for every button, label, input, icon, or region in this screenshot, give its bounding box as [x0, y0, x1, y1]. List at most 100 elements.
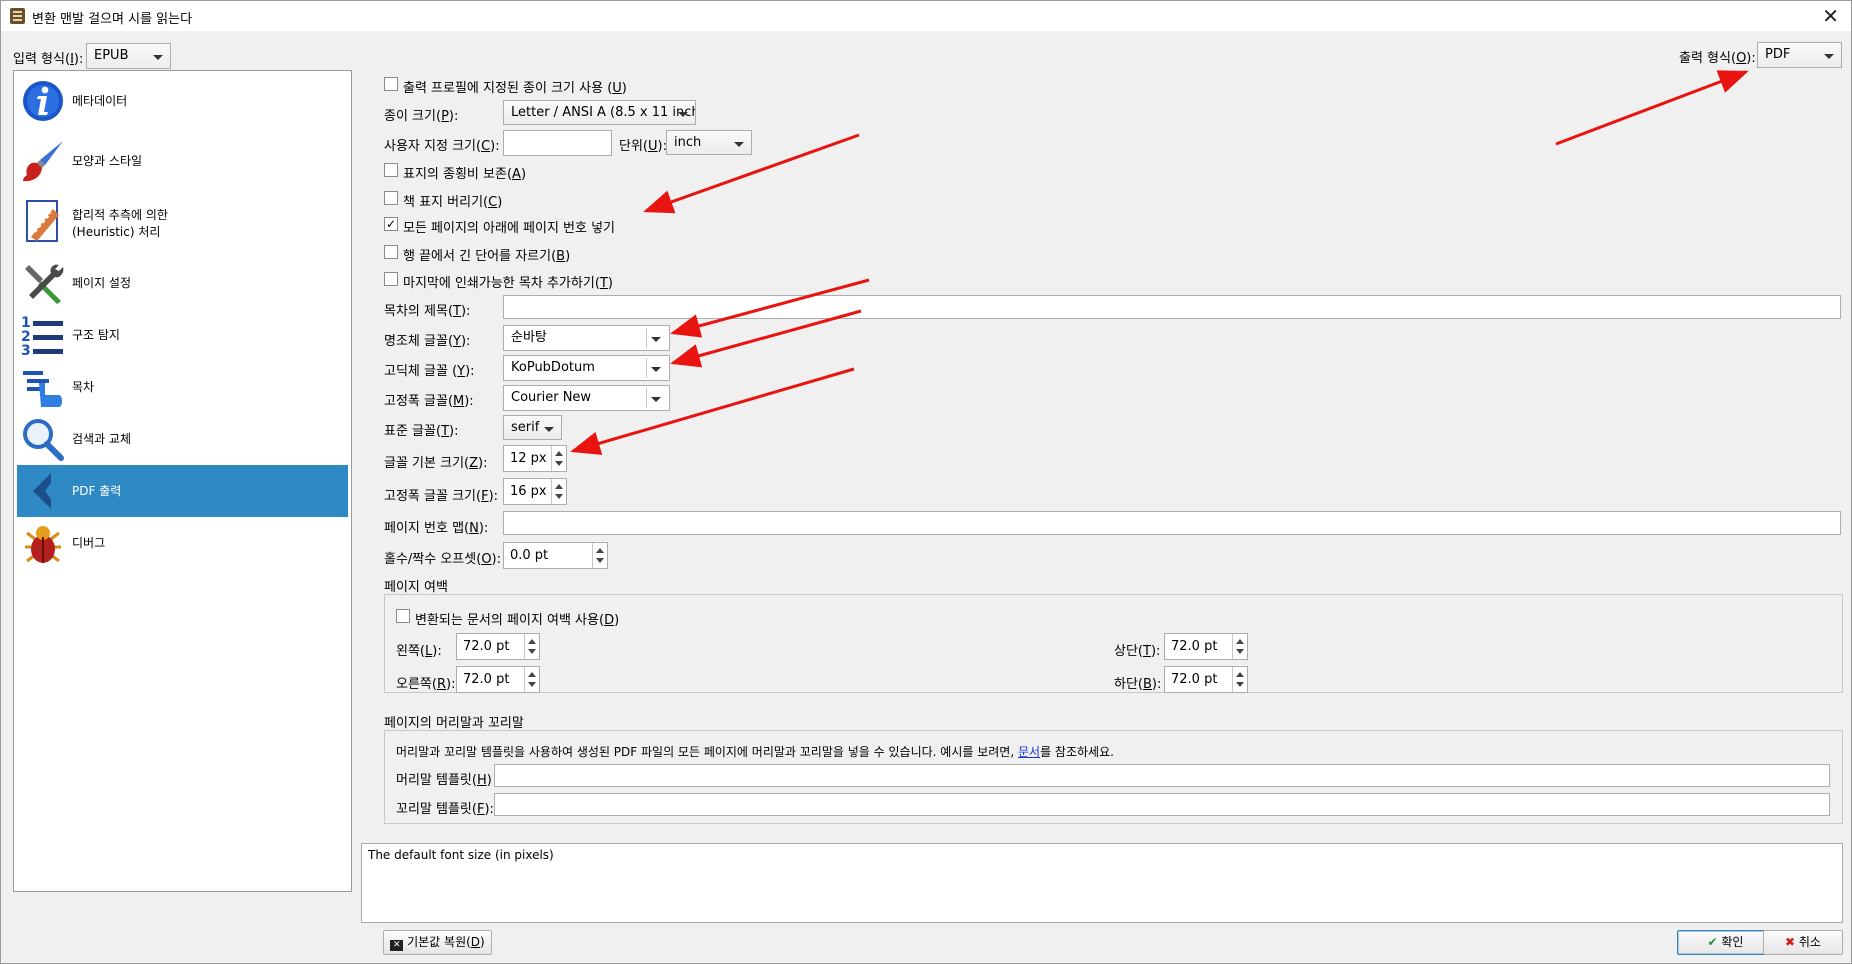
header-template-label: 머리말 템플릿(H)	[396, 773, 492, 788]
sidebar-item-structure-detection[interactable]: 123 구조 탐지	[17, 309, 348, 361]
left-margin-label: 왼쪽(L):	[396, 644, 442, 659]
unit-value: inch	[674, 135, 702, 150]
paper-size-label: 종이 크기(P):	[384, 109, 459, 124]
sidebar-item-label: 합리적 추측에 의한 (Heuristic) 처리	[72, 208, 168, 239]
spin-down-icon[interactable]	[555, 461, 563, 466]
input-format-label: 입력 형식(I):	[13, 52, 84, 67]
spin-up-icon[interactable]	[555, 451, 563, 456]
use-document-margins-checkbox[interactable]	[396, 609, 410, 623]
left-margin-value: 72.0 pt	[463, 639, 510, 654]
preserve-aspect-checkbox[interactable]	[384, 163, 398, 177]
base-font-size-label: 글꼴 기본 크기(Z):	[384, 456, 488, 471]
custom-size-input[interactable]	[503, 130, 612, 156]
use-profile-paper-checkbox[interactable]	[384, 77, 398, 91]
mono-font-combo[interactable]: Courier New	[503, 385, 670, 411]
right-margin-spinbox[interactable]: 72.0 pt	[456, 666, 540, 693]
standard-font-value: serif	[511, 420, 540, 435]
top-margin-spinbox[interactable]: 72.0 pt	[1164, 633, 1248, 660]
spin-down-icon[interactable]	[1236, 682, 1244, 687]
cancel-icon: ✖	[1785, 935, 1796, 949]
unit-select[interactable]: inch	[666, 130, 752, 155]
docs-link[interactable]: 문서	[1018, 745, 1040, 759]
toc-hand-icon	[23, 371, 62, 407]
sidebar-item-pdf-output[interactable]: PDF 출력	[17, 465, 348, 517]
spin-down-icon[interactable]	[555, 494, 563, 499]
sidebar-item-metadata[interactable]: 메타데이터	[17, 75, 348, 127]
break-long-words-checkbox[interactable]	[384, 245, 398, 259]
sidebar-item-heuristic-processing[interactable]: 합리적 추측에 의한 (Heuristic) 처리	[17, 195, 348, 255]
mono-font-label: 고정폭 글꼴(M):	[384, 394, 474, 409]
add-toc-checkbox[interactable]	[384, 272, 398, 286]
spin-down-icon[interactable]	[1236, 649, 1244, 654]
sans-font-label: 고딕체 글꼴 (Y):	[384, 364, 475, 379]
spin-up-icon[interactable]	[528, 639, 536, 644]
chevron-down-icon	[651, 337, 661, 342]
discard-cover-checkbox[interactable]	[384, 191, 398, 205]
back-arrow-icon	[33, 473, 51, 509]
mono-font-size-spinbox[interactable]: 16 px	[503, 478, 567, 505]
sans-font-combo[interactable]: KoPubDotum	[503, 355, 670, 381]
page-number-map-input[interactable]	[503, 511, 1841, 535]
sidebar-item-toc[interactable]: 목차	[17, 361, 348, 413]
spin-up-icon[interactable]	[1236, 639, 1244, 644]
base-font-size-spinbox[interactable]: 12 px	[503, 445, 567, 472]
output-format-value: PDF	[1765, 47, 1791, 62]
serif-font-combo[interactable]: 순바탕	[503, 325, 670, 351]
page-numbers-label: 모든 페이지의 아래에 페이지 번호 넣기	[403, 221, 616, 236]
page-numbers-checkbox[interactable]: ✓	[384, 217, 398, 231]
left-margin-spinbox[interactable]: 72.0 pt	[456, 633, 540, 660]
svg-text:3: 3	[21, 343, 31, 357]
spin-down-icon[interactable]	[528, 682, 536, 687]
spin-down-icon[interactable]	[596, 558, 604, 563]
spin-up-icon[interactable]	[1236, 672, 1244, 677]
chevron-down-icon	[651, 397, 661, 402]
sidebar-item-search-replace[interactable]: 검색과 교체	[17, 413, 348, 465]
spin-up-icon[interactable]	[555, 484, 563, 489]
chevron-down-icon	[651, 367, 661, 372]
calibre-app-icon	[10, 8, 25, 24]
paper-size-select[interactable]: Letter / ANSI A (8.5 x 11 inch)	[503, 100, 696, 125]
toc-title-input[interactable]	[503, 295, 1841, 319]
restore-defaults-button[interactable]: ✕ 기본값 복원(D)	[383, 930, 492, 955]
bottom-margin-spinbox[interactable]: 72.0 pt	[1164, 666, 1248, 693]
bottom-margin-label: 하단(B):	[1114, 677, 1162, 692]
sidebar-item-label: 구조 탐지	[72, 328, 120, 342]
chevron-down-icon	[544, 427, 554, 432]
standard-font-label: 표준 글꼴(T):	[384, 424, 459, 439]
sidebar-item-label: 메타데이터	[72, 94, 128, 108]
footer-template-input[interactable]	[494, 793, 1830, 816]
top-margin-value: 72.0 pt	[1171, 639, 1218, 654]
help-text-box: The default font size (in pixels)	[361, 843, 1843, 923]
use-document-margins-label: 변환되는 문서의 페이지 여백 사용(D)	[415, 613, 620, 628]
ok-button[interactable]: ✔ 확인	[1677, 930, 1774, 955]
window-title: 변환 맨발 걸으며 시를 읽는다	[32, 12, 193, 27]
page-number-map-label: 페이지 번호 맵(N):	[384, 521, 489, 536]
mono-font-size-value: 16 px	[510, 484, 547, 499]
sidebar-item-debug[interactable]: 디버그	[17, 517, 348, 569]
odd-even-offset-spinbox[interactable]: 0.0 pt	[503, 542, 608, 569]
sidebar-item-page-setup[interactable]: 페이지 설정	[17, 257, 348, 309]
mono-font-size-label: 고정폭 글꼴 크기(F):	[384, 489, 499, 504]
right-margin-value: 72.0 pt	[463, 672, 510, 687]
standard-font-select[interactable]: serif	[503, 415, 562, 440]
heuristic-document-icon	[26, 200, 59, 242]
chevron-down-icon	[1824, 54, 1834, 59]
close-icon[interactable]: ✕	[1822, 4, 1839, 28]
top-margin-label: 상단(T):	[1114, 644, 1161, 659]
sidebar-item-label: PDF 출력	[72, 484, 122, 498]
right-margin-label: 오른쪽(R):	[396, 677, 456, 692]
spin-up-icon[interactable]	[528, 672, 536, 677]
chevron-down-icon	[734, 142, 744, 147]
sidebar: 메타데이터 모양과 스타일 합리적 추측에 의한 (Heuristic) 처리 페…	[13, 70, 352, 892]
spin-down-icon[interactable]	[528, 649, 536, 654]
cancel-button[interactable]: ✖ 취소	[1763, 930, 1843, 955]
preserve-aspect-label: 표지의 종횡비 보존(A)	[403, 167, 527, 182]
margins-group-title: 페이지 여백	[384, 580, 448, 595]
toc-title-label: 목차의 제목(T):	[384, 304, 471, 319]
sidebar-item-look-and-feel[interactable]: 모양과 스타일	[17, 135, 348, 187]
clear-icon: ✕	[390, 940, 404, 951]
header-template-input[interactable]	[494, 764, 1830, 787]
spin-up-icon[interactable]	[596, 548, 604, 553]
output-format-select[interactable]: PDF	[1757, 42, 1842, 68]
input-format-select[interactable]: EPUB	[86, 43, 171, 69]
